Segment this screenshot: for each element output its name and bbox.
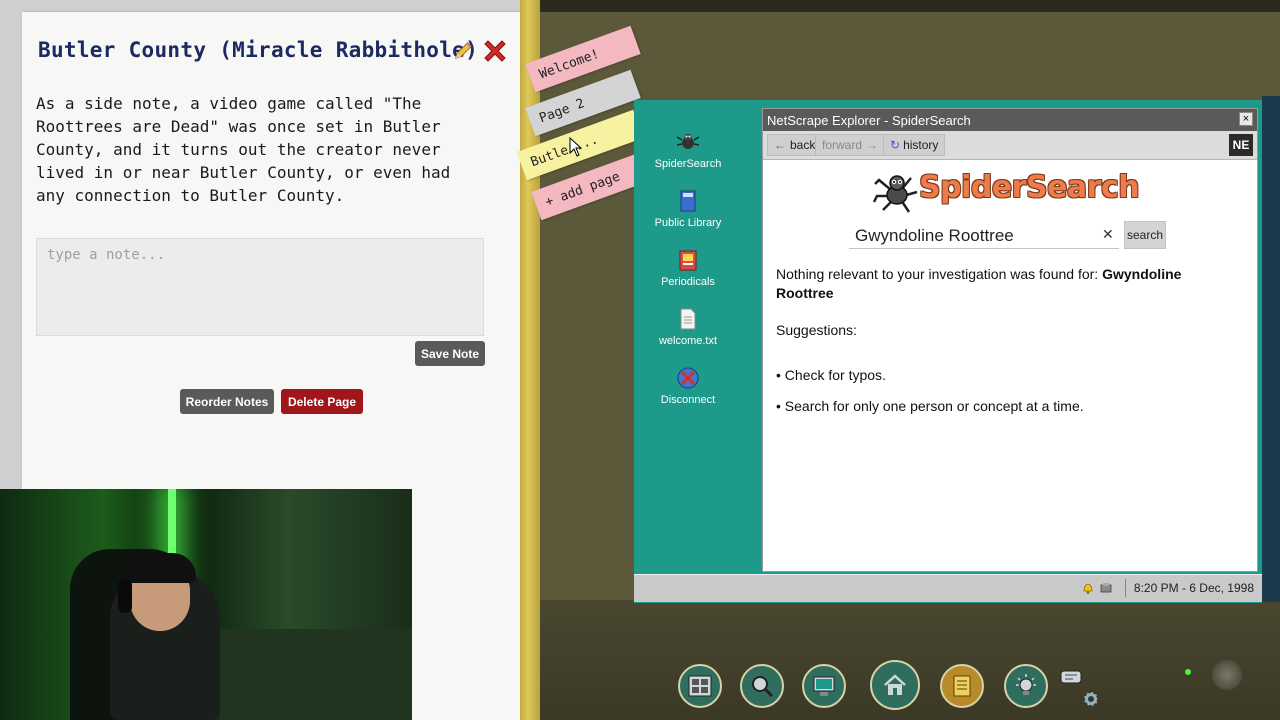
desktop-icon-spidersearch[interactable]: SpiderSearch xyxy=(643,130,733,170)
search-button[interactable]: search xyxy=(1124,221,1166,249)
webcam-background-sofa xyxy=(220,629,412,720)
tag-icon[interactable] xyxy=(1058,664,1084,690)
delete-page-button[interactable]: Delete Page xyxy=(281,389,363,414)
desktop-icon-periodicals[interactable]: Periodicals xyxy=(643,248,733,288)
browser-logo: NE xyxy=(1229,134,1253,156)
notebook-title: Butler County (Miracle Rabbithole) xyxy=(38,38,479,62)
dock-home-button[interactable] xyxy=(870,660,920,710)
system-tray: 8:20 PM - 6 Dec, 1998 xyxy=(1081,578,1254,598)
browser-toolbar: ← back forward → ↻ history NE xyxy=(763,131,1257,160)
note-input[interactable] xyxy=(36,238,484,336)
history-button[interactable]: ↻ history xyxy=(883,134,946,156)
top-strip xyxy=(540,0,1280,12)
back-arrow-icon: ← xyxy=(774,138,786,152)
forward-button[interactable]: forward → xyxy=(815,134,886,156)
window-close-button[interactable]: × xyxy=(1239,112,1253,126)
clear-search-icon[interactable]: ✕ xyxy=(1102,227,1114,243)
result-prefix: Nothing relevant to your investigation w… xyxy=(776,266,1103,282)
pencil-icon[interactable] xyxy=(452,40,474,62)
search-result-message: Nothing relevant to your investigation w… xyxy=(776,265,1216,303)
browser-window: NetScrape Explorer - SpiderSearch × ← ba… xyxy=(762,108,1258,572)
desktop-icon-label: Disconnect xyxy=(660,394,716,406)
reorder-notes-button[interactable]: Reorder Notes xyxy=(180,389,274,414)
webcam-cap xyxy=(120,553,196,583)
note-text: As a side note, a video game called "The… xyxy=(36,94,451,205)
clock: 8:20 PM - 6 Dec, 1998 xyxy=(1133,581,1254,595)
dock-hints-button[interactable] xyxy=(1004,664,1048,708)
background-lamp xyxy=(1212,660,1242,690)
suggestion-item: • Search for only one person or concept … xyxy=(776,398,1084,414)
dock-computer-button[interactable] xyxy=(802,664,846,708)
desktop-icon-public-library[interactable]: Public Library xyxy=(643,189,733,229)
forward-arrow-icon: → xyxy=(866,138,879,152)
document-icon xyxy=(680,308,696,330)
history-icon: ↻ xyxy=(890,138,901,152)
status-dot xyxy=(1185,669,1191,675)
network-icon[interactable] xyxy=(1099,581,1113,595)
spider-logo-icon xyxy=(873,175,918,213)
dock-investigate-button[interactable] xyxy=(740,664,784,708)
desktop-icon-disconnect[interactable]: Disconnect xyxy=(643,366,733,406)
home-icon xyxy=(884,674,906,695)
magazine-icon xyxy=(679,250,697,271)
search-input[interactable]: Gwyndoline Roottree xyxy=(849,223,1119,249)
notebook-icon xyxy=(953,675,971,697)
page-content: SpiderSearch Gwyndoline Roottree ✕ searc… xyxy=(763,160,1257,569)
desktop-icon-label: SpiderSearch xyxy=(654,158,722,170)
tray-divider xyxy=(1124,579,1126,597)
book-icon xyxy=(680,190,696,212)
search-query-text: Gwyndoline Roottree xyxy=(855,225,1014,245)
spidersearch-brand: SpiderSearch xyxy=(919,170,1140,205)
desktop-icon-label: Public Library xyxy=(654,217,722,229)
taskbar: 8:20 PM - 6 Dec, 1998 xyxy=(634,574,1262,602)
desktop-icon-label: welcome.txt xyxy=(658,335,718,347)
investigate-icon xyxy=(752,676,774,698)
hints-icon xyxy=(1016,674,1036,695)
disconnect-icon xyxy=(677,367,699,389)
evidence-board-icon xyxy=(688,675,712,697)
suggestions-heading: Suggestions: xyxy=(776,322,857,338)
window-title: NetScrape Explorer - SpiderSearch xyxy=(767,112,971,128)
spidersearch-logo: SpiderSearch xyxy=(873,168,1153,214)
dock-evidence-board-button[interactable] xyxy=(678,664,722,708)
desktop-icon-label: Periodicals xyxy=(661,276,715,288)
forward-label: forward xyxy=(822,138,863,152)
close-page-icon[interactable] xyxy=(480,36,510,66)
mouse-cursor-icon xyxy=(569,137,583,157)
webcam-overlay xyxy=(0,489,412,720)
spider-icon xyxy=(676,133,700,149)
dock-notebook-button[interactable] xyxy=(940,664,984,708)
save-note-button[interactable]: Save Note xyxy=(415,341,485,366)
bell-icon[interactable] xyxy=(1081,581,1095,595)
suggestion-item: • Check for typos. xyxy=(776,367,886,383)
desktop-icon-welcome-txt[interactable]: welcome.txt xyxy=(643,307,733,347)
window-titlebar[interactable]: NetScrape Explorer - SpiderSearch × xyxy=(763,109,1257,131)
settings-gear-icon[interactable] xyxy=(1080,688,1102,710)
computer-icon xyxy=(813,676,835,696)
webcam-headphone xyxy=(118,579,132,613)
monitor-edge xyxy=(1262,96,1280,602)
back-label: back xyxy=(790,138,816,152)
history-label: history xyxy=(903,138,939,152)
